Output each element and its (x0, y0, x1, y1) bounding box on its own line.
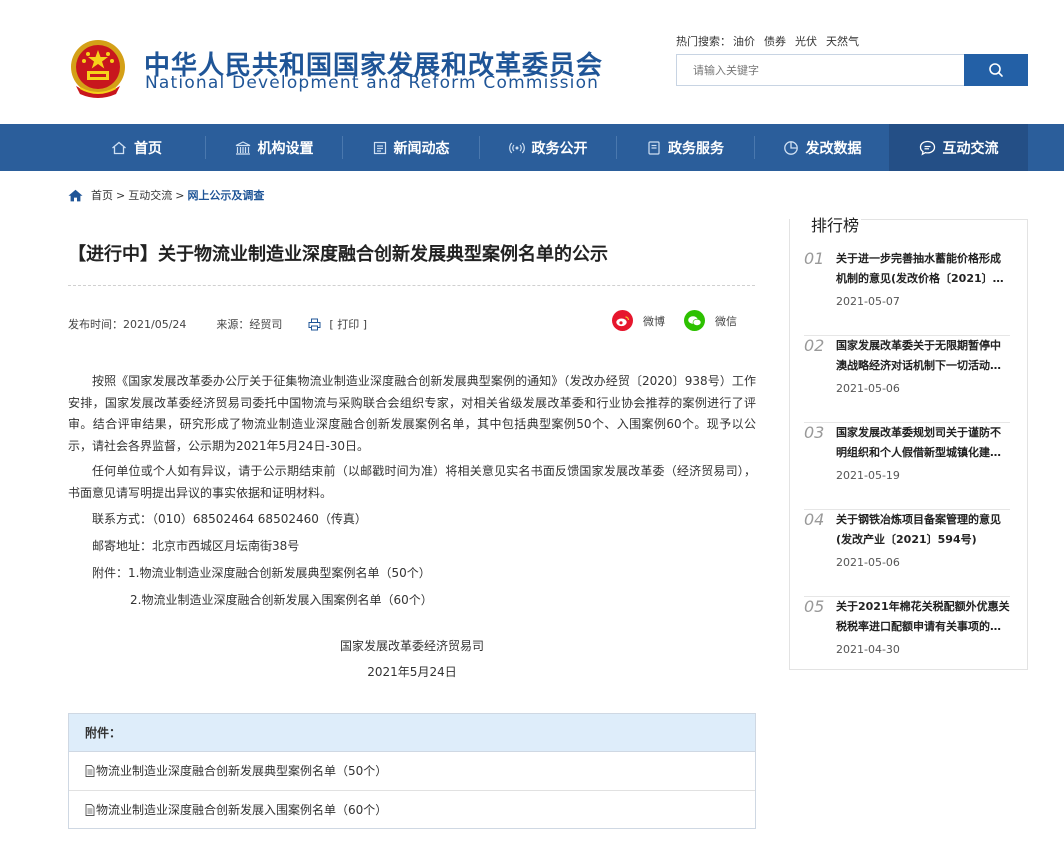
ranking-number: 04 (804, 510, 825, 529)
nav-label: 发改数据 (805, 140, 862, 157)
nav-item-government-services[interactable]: 政务服务 (617, 124, 754, 171)
ranking-item[interactable]: 01 关于进一步完善抽水蓄能价格形成机制的意见(发改价格〔2021〕633号) … (804, 249, 1010, 336)
nav-label: 互动交流 (942, 140, 999, 157)
building-icon (235, 140, 250, 155)
ranking-item[interactable]: 02 国家发展改革委关于无限期暂停中澳战略经济对话机制下一切活动的声明 2021… (804, 336, 1010, 423)
ranking-date: 2021-05-19 (836, 469, 900, 482)
document-icon (648, 140, 660, 155)
national-emblem-logo[interactable] (68, 38, 128, 100)
ranking-date: 2021-04-30 (836, 643, 900, 656)
ranking-link[interactable]: 关于进一步完善抽水蓄能价格形成机制的意见(发改价格〔2021〕633号) (836, 249, 1010, 289)
breadcrumb-home[interactable]: 首页 (91, 187, 113, 203)
home-icon (112, 141, 126, 154)
publish-time: 发布时间：2021/05/24 (68, 318, 187, 331)
search-box (676, 54, 1028, 86)
ranking-item[interactable]: 04 关于钢铁冶炼项目备案管理的意见(发改产业〔2021〕594号) 2021-… (804, 510, 1010, 597)
share-weibo-label: 微博 (643, 314, 665, 328)
ranking-item[interactable]: 05 关于2021年棉花关税配额外优惠关税税率进口配额申请有关事项的公告 202… (804, 597, 1010, 684)
nav-item-organization[interactable]: 机构设置 (206, 124, 342, 171)
article-paragraph: 任何单位或个人如有异议，请于公示期结束前（以邮戳时间为准）将相关意见实名书面反馈… (68, 464, 756, 500)
search-input[interactable] (677, 55, 965, 85)
article-meta: 发布时间：2021/05/24 来源：经贸司 [ 打印 ] (68, 316, 367, 332)
ranking-top-border (836, 219, 1028, 220)
ranking-number: 03 (804, 423, 825, 442)
share-weibo[interactable]: 微博 (612, 310, 665, 331)
nav-item-government-affairs[interactable]: 政务公开 (480, 124, 616, 171)
ranking-item[interactable]: 03 国家发展改革委规划司关于谨防不明组织和个人假借新型城镇化建设名义开展活动的… (804, 423, 1010, 510)
ranking-number: 02 (804, 336, 825, 355)
home-icon[interactable] (68, 189, 83, 202)
signature-organization: 国家发展改革委经济贸易司 (339, 639, 484, 653)
nav-label: 新闻动态 (393, 140, 450, 157)
share-wechat[interactable]: 微信 (684, 310, 737, 331)
file-icon (85, 764, 95, 777)
chat-icon (919, 140, 935, 156)
pie-chart-icon (783, 140, 798, 155)
breadcrumb: 首页 > 互动交流 > 网上公示及调查 (68, 187, 264, 203)
attachment-note: 2.物流业制造业深度融合创新发展入围案例名单（60个） (130, 593, 433, 607)
attachment-link[interactable]: 物流业制造业深度融合创新发展入围案例名单（60个） (69, 791, 755, 830)
share-wechat-label: 微信 (715, 314, 737, 328)
breadcrumb-interaction[interactable]: 互动交流 (128, 187, 172, 203)
attachments-heading: 附件： (69, 714, 755, 752)
attachment-link[interactable]: 物流业制造业深度融合创新发展典型案例名单（50个） (69, 752, 755, 791)
main-nav: 首页 机构设置 新闻动态 政务公开 政务服务 发改数据 互动交流 (0, 124, 1064, 171)
hot-search: 热门搜索： 油价 债券 光伏 天然气 (676, 33, 868, 49)
ranking-link[interactable]: 国家发展改革委规划司关于谨防不明组织和个人假借新型城镇化建设名义开展活动的声明 (836, 423, 1010, 463)
file-icon (85, 803, 95, 816)
attachments-panel: 附件： 物流业制造业深度融合创新发展典型案例名单（50个） 物流业制造业深度融合… (68, 713, 756, 829)
nav-label: 政务公开 (531, 140, 588, 157)
nav-label: 政务服务 (668, 140, 724, 157)
wechat-icon (684, 310, 705, 331)
breadcrumb-separator: > (175, 188, 185, 202)
nav-item-home[interactable]: 首页 (68, 124, 205, 171)
ranking-title: 排行榜 (809, 212, 862, 236)
nav-label: 机构设置 (257, 140, 314, 157)
org-name-english: National Development and Reform Commissi… (145, 73, 600, 93)
nav-item-interaction[interactable]: 互动交流 (889, 124, 1028, 171)
ranking-date: 2021-05-06 (836, 556, 900, 569)
attachment-name: 物流业制造业深度融合创新发展典型案例名单（50个） (96, 764, 388, 779)
hot-search-label: 热门搜索： (676, 35, 731, 48)
nav-item-data[interactable]: 发改数据 (755, 124, 889, 171)
nav-item-news[interactable]: 新闻动态 (343, 124, 479, 171)
hot-search-term[interactable]: 油价 (733, 35, 755, 48)
hot-search-term[interactable]: 天然气 (826, 35, 859, 48)
search-icon (989, 63, 1003, 77)
ranking-link[interactable]: 关于钢铁冶炼项目备案管理的意见(发改产业〔2021〕594号) (836, 510, 1010, 550)
printer-icon (308, 318, 321, 330)
ranking-number: 05 (804, 597, 825, 616)
mailing-address: 邮寄地址：北京市西城区月坛南街38号 (92, 539, 300, 553)
nav-label: 首页 (134, 140, 162, 157)
weibo-icon (612, 310, 633, 331)
print-button[interactable]: [ 打印 ] (308, 316, 367, 332)
hot-search-term[interactable]: 光伏 (795, 35, 817, 48)
news-icon (373, 141, 386, 154)
article-paragraph: 按照《国家发展改革委办公厅关于征集物流业制造业深度融合创新发展典型案例的通知》（… (68, 374, 756, 453)
search-button[interactable] (964, 54, 1028, 86)
ranking-date: 2021-05-06 (836, 382, 900, 395)
signature-date: 2021年5月24日 (367, 665, 457, 679)
hot-search-term[interactable]: 债券 (764, 35, 786, 48)
attachment-note: 附件：1.物流业制造业深度融合创新发展典型案例名单（50个） (92, 566, 431, 580)
ranking-link[interactable]: 国家发展改革委关于无限期暂停中澳战略经济对话机制下一切活动的声明 (836, 336, 1010, 376)
site-header: 中华人民共和国国家发展和改革委员会 National Development a… (0, 0, 1064, 124)
ranking-link[interactable]: 关于2021年棉花关税配额外优惠关税税率进口配额申请有关事项的公告 (836, 597, 1010, 637)
breadcrumb-separator: > (116, 188, 126, 202)
print-label: [ 打印 ] (329, 318, 367, 331)
article-body: 按照《国家发展改革委办公厅关于征集物流业制造业深度融合创新发展典型案例的通知》（… (68, 371, 756, 614)
title-divider (68, 285, 755, 286)
article-title: 【进行中】关于物流业制造业深度融合创新发展典型案例名单的公示 (68, 244, 608, 265)
article-source: 来源：经贸司 (216, 318, 283, 331)
broadcast-icon (508, 142, 525, 153)
breadcrumb-current[interactable]: 网上公示及调查 (187, 187, 264, 203)
ranking-number: 01 (804, 249, 825, 268)
contact-info: 联系方式：（010）68502464 68502460（传真） (92, 512, 367, 526)
attachment-name: 物流业制造业深度融合创新发展入围案例名单（60个） (96, 803, 388, 818)
ranking-date: 2021-05-07 (836, 295, 900, 308)
